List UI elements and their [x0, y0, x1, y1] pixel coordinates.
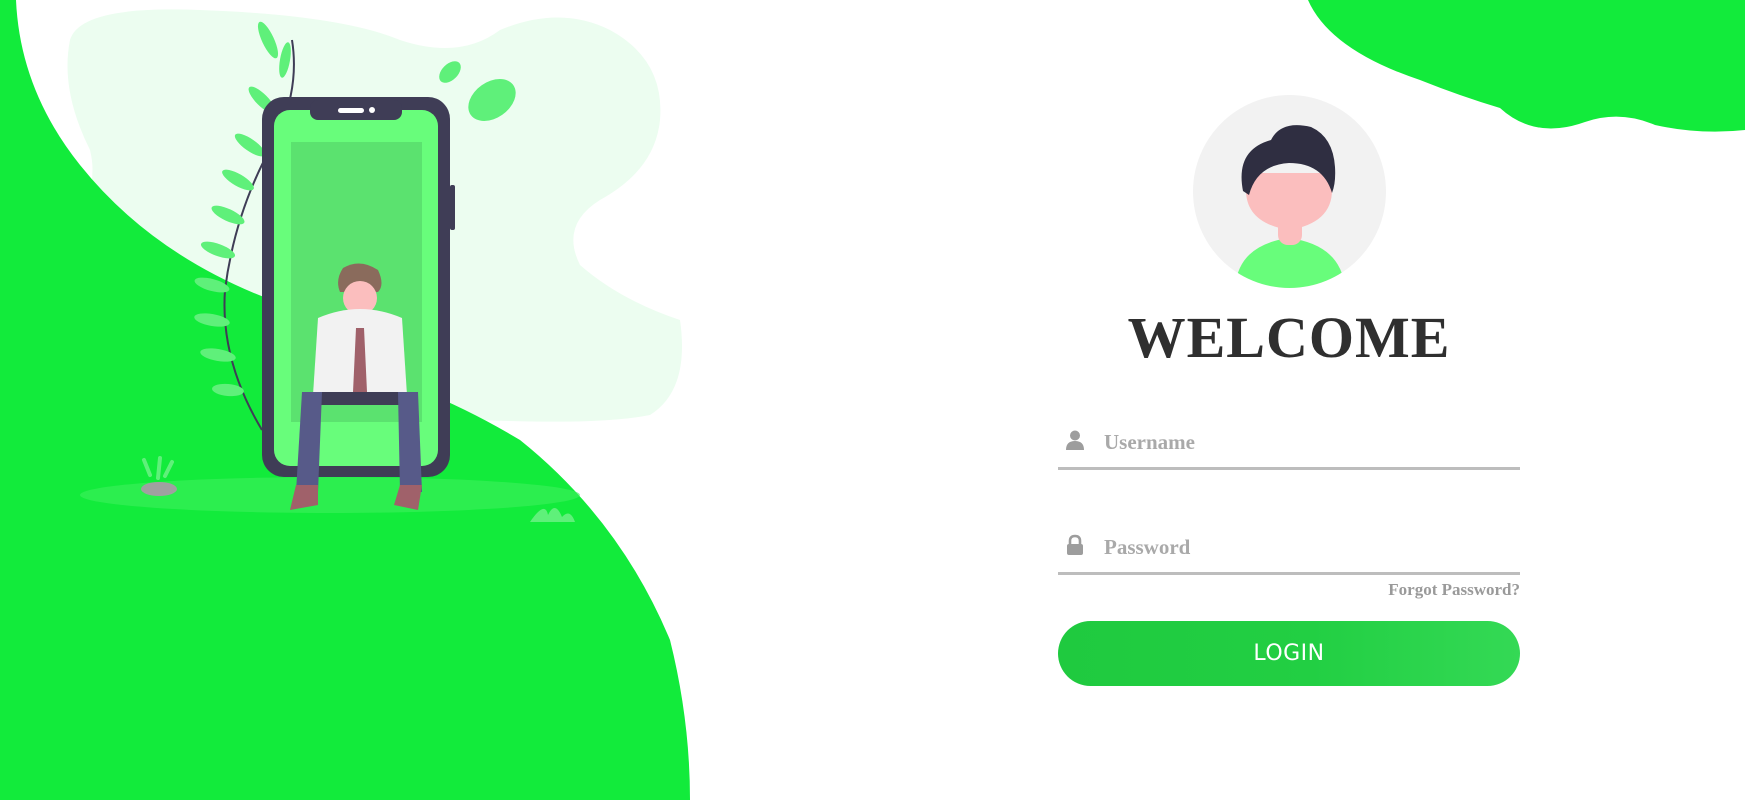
username-field: [1058, 415, 1520, 470]
lock-icon: [1064, 534, 1086, 556]
user-avatar-icon: [1193, 95, 1386, 288]
password-field: [1058, 520, 1520, 575]
rock: [141, 482, 177, 496]
forgot-password-link[interactable]: Forgot Password?: [1388, 580, 1520, 600]
user-icon: [1064, 429, 1086, 451]
login-button[interactable]: LOGIN: [1058, 621, 1520, 686]
welcome-title: WELCOME: [1127, 305, 1451, 370]
username-input[interactable]: [1102, 421, 1506, 463]
password-input[interactable]: [1102, 526, 1506, 568]
